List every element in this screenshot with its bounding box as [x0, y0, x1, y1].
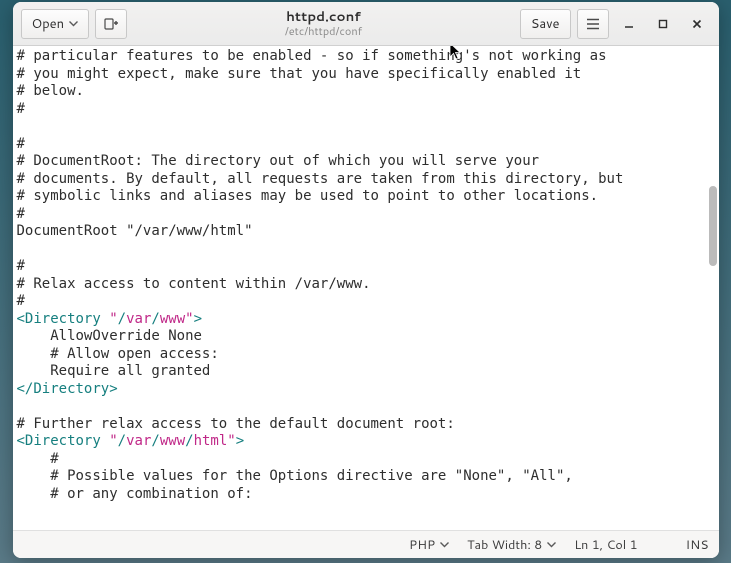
- hamburger-icon: [586, 18, 600, 30]
- close-icon: [692, 19, 702, 29]
- cursor-position[interactable]: Ln 1, Col 1: [574, 536, 637, 554]
- scrollbar-thumb[interactable]: [709, 186, 717, 266]
- language-label: PHP: [409, 536, 435, 554]
- title-block: httpd.conf /etc/httpd/conf: [133, 9, 514, 37]
- statusbar: PHP Tab Width: 8 Ln 1, Col 1 INS: [13, 530, 719, 558]
- editor-area[interactable]: # particular features to be enabled - so…: [13, 46, 719, 530]
- insert-mode-label: INS: [686, 536, 709, 554]
- new-document-icon: [103, 16, 119, 32]
- save-button[interactable]: Save: [520, 9, 571, 39]
- chevron-down-icon: [69, 21, 78, 27]
- open-button-label: Open: [32, 15, 65, 33]
- minimize-button[interactable]: [615, 10, 643, 38]
- editor-window: Open httpd.conf /etc/httpd/conf Save: [13, 2, 719, 558]
- vertical-scrollbar[interactable]: [707, 46, 719, 530]
- new-tab-button[interactable]: [95, 9, 127, 39]
- tab-width-selector[interactable]: Tab Width: 8: [467, 536, 556, 554]
- cursor-position-label: Ln 1, Col 1: [574, 536, 637, 554]
- menu-button[interactable]: [577, 9, 609, 39]
- code-view[interactable]: # particular features to be enabled - so…: [13, 46, 707, 530]
- chevron-down-icon: [440, 542, 449, 548]
- language-selector[interactable]: PHP: [409, 536, 449, 554]
- minimize-icon: [624, 19, 634, 29]
- close-button[interactable]: [683, 10, 711, 38]
- document-path: /etc/httpd/conf: [285, 25, 362, 38]
- maximize-button[interactable]: [649, 10, 677, 38]
- chevron-down-icon: [547, 542, 556, 548]
- maximize-icon: [658, 19, 668, 29]
- tab-width-label: Tab Width: 8: [467, 536, 542, 554]
- insert-mode[interactable]: INS: [686, 536, 709, 554]
- headerbar: Open httpd.conf /etc/httpd/conf Save: [13, 2, 719, 46]
- save-button-label: Save: [531, 15, 560, 33]
- open-button[interactable]: Open: [21, 9, 90, 39]
